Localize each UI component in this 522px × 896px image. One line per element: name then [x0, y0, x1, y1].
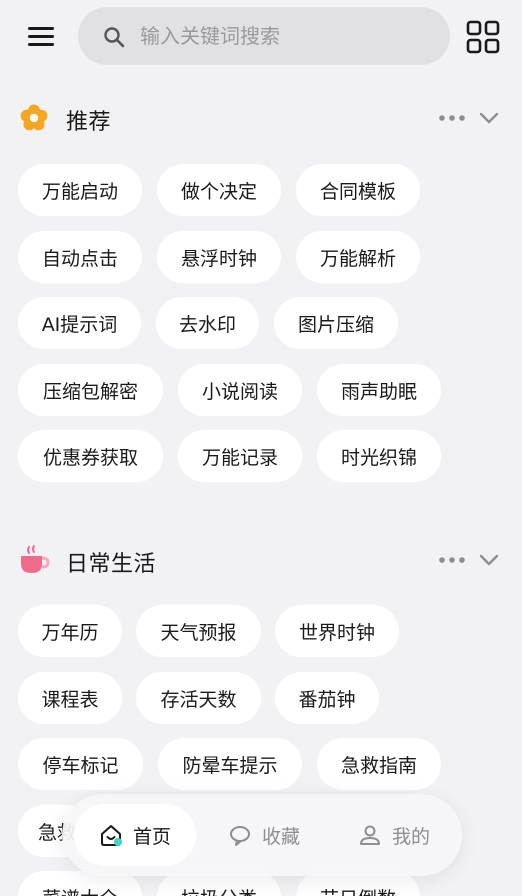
chip[interactable]: 优惠券获取 [18, 430, 163, 482]
section-header-recommend: 推荐 [0, 98, 522, 138]
chip[interactable]: 急救指南 [317, 738, 441, 790]
section-title: 日常生活 [66, 552, 157, 577]
chip[interactable]: 课程表 [18, 672, 122, 724]
chip[interactable]: 万能解析 [296, 231, 420, 283]
chip[interactable]: 防晕车提示 [158, 738, 302, 790]
chip[interactable]: 万能启动 [18, 164, 142, 216]
more-dots-icon[interactable] [438, 552, 466, 568]
chip[interactable]: 万能记录 [178, 430, 302, 482]
chevron-down-icon[interactable] [478, 108, 500, 128]
chip[interactable]: 压缩包解密 [18, 364, 163, 416]
section-title: 推荐 [66, 110, 112, 135]
bottom-nav: 首页 收藏 我的 [62, 794, 462, 876]
chip[interactable]: 时光织锦 [317, 430, 441, 482]
nav-label: 收藏 [261, 825, 300, 848]
grid-apps-icon[interactable] [466, 20, 500, 54]
menu-line [28, 27, 54, 30]
bookmark-icon [229, 826, 250, 846]
chip[interactable]: 存活天数 [136, 672, 261, 724]
top-bar [0, 0, 522, 72]
chip[interactable]: 雨声助眠 [317, 364, 441, 416]
flower-icon [20, 104, 48, 131]
nav-favorites[interactable]: 收藏 [204, 804, 324, 866]
more-dots-icon[interactable] [438, 110, 466, 126]
user-icon [359, 825, 380, 845]
home-icon [100, 825, 122, 846]
chip[interactable]: 自动点击 [18, 231, 142, 283]
chip[interactable]: 停车标记 [18, 738, 143, 790]
menu-line [28, 43, 54, 46]
section-header-daily-life: 日常生活 [0, 540, 522, 580]
chip[interactable]: 合同模板 [296, 164, 420, 216]
search-input[interactable] [140, 7, 430, 65]
chip[interactable]: 悬浮时钟 [157, 231, 281, 283]
chip[interactable]: 去水印 [156, 297, 259, 349]
search-bar[interactable] [78, 7, 450, 65]
chip[interactable]: 万年历 [18, 605, 122, 657]
chip[interactable]: 小说阅读 [178, 364, 302, 416]
chevron-down-icon[interactable] [478, 550, 500, 570]
menu-icon[interactable] [26, 24, 58, 48]
menu-line [28, 35, 54, 38]
chip[interactable]: AI提示词 [18, 297, 141, 349]
nav-label: 我的 [391, 825, 430, 848]
chip[interactable]: 天气预报 [136, 605, 261, 657]
coffee-cup-icon [21, 545, 50, 573]
chip[interactable]: 做个决定 [157, 164, 281, 216]
chip[interactable]: 图片压缩 [274, 297, 398, 349]
chip[interactable]: 世界时钟 [275, 605, 399, 657]
nav-label: 首页 [132, 825, 171, 848]
nav-home[interactable]: 首页 [74, 804, 196, 866]
chip[interactable]: 番茄钟 [275, 672, 379, 724]
nav-profile[interactable]: 我的 [334, 804, 454, 866]
search-icon [104, 27, 125, 48]
app-screen: 推荐 万能启动 做个决定 合同模板 自动点击 悬浮时钟 万能解析 AI提示词 去… [0, 0, 522, 896]
